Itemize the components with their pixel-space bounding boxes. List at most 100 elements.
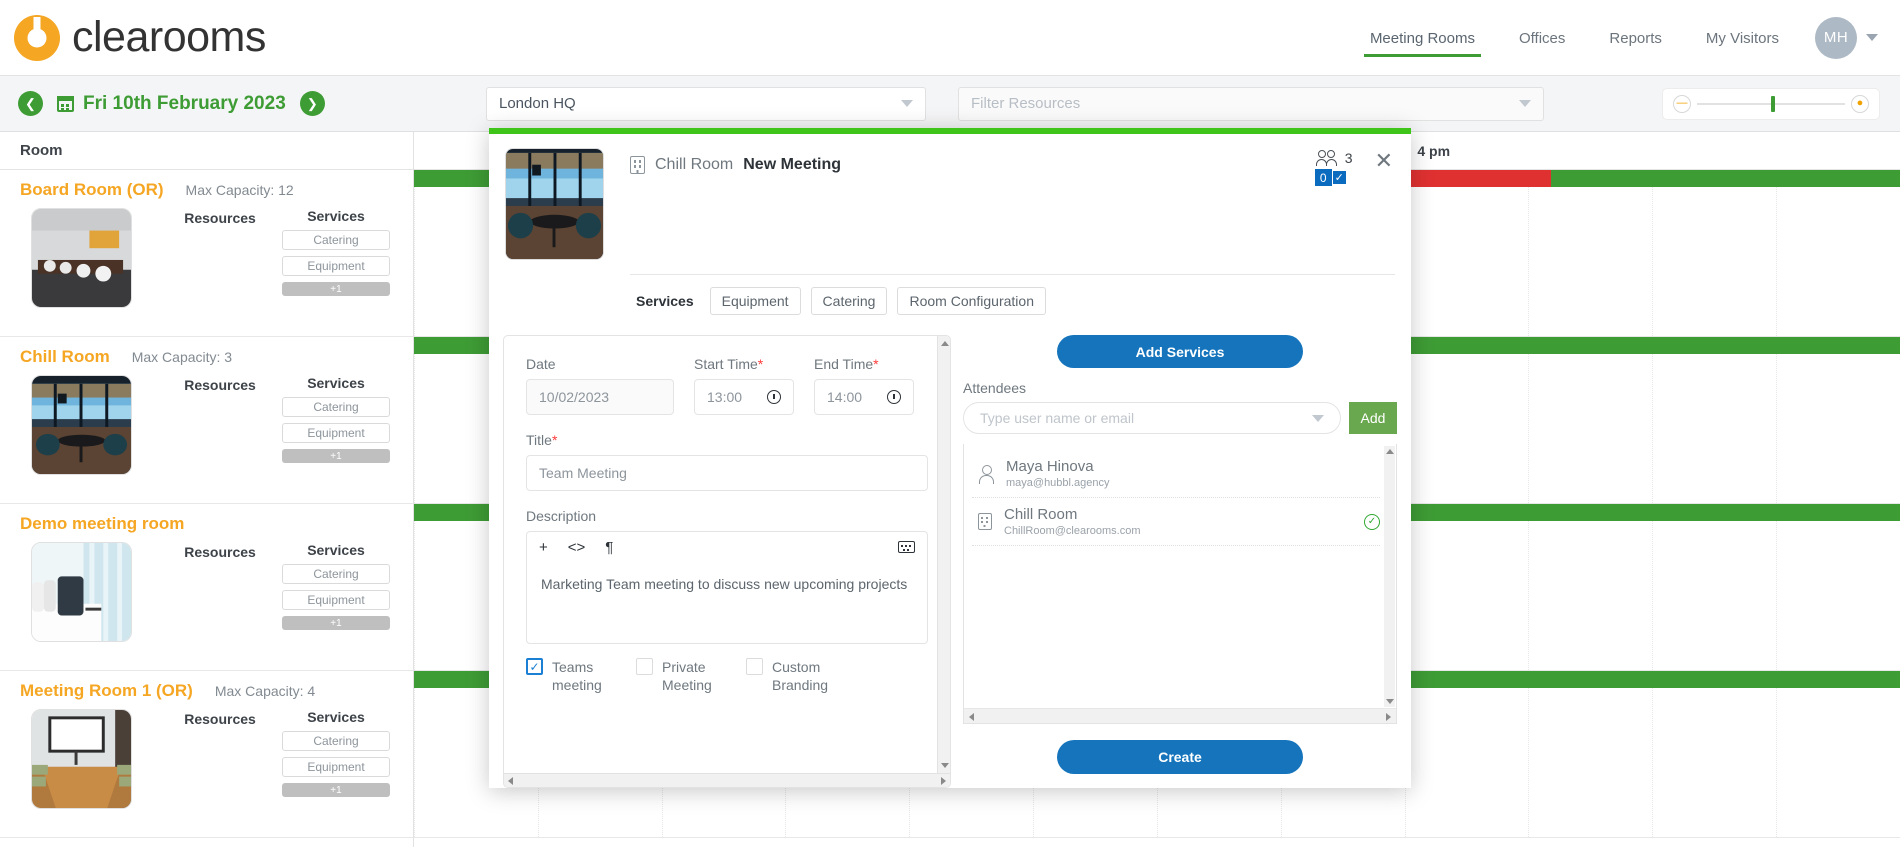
description-editor[interactable]: + <> ¶ Marketing Team meeting to discuss… — [526, 531, 928, 644]
room-name[interactable]: Board Room (OR) — [20, 180, 164, 200]
end-time-label: End Time* — [814, 356, 879, 372]
room-list-item[interactable]: Board Room (OR) Max Capacity: 12 Resourc… — [0, 170, 413, 337]
option-custom-branding[interactable]: Custom Branding — [746, 658, 856, 694]
room-name[interactable]: Meeting Room 1 (OR) — [20, 681, 193, 701]
scroll-down-icon[interactable] — [941, 763, 949, 768]
filter-resources-select[interactable]: Filter Resources — [958, 86, 1544, 121]
nav-item-meeting-rooms[interactable]: Meeting Rooms — [1348, 4, 1497, 71]
checkbox-custom-branding[interactable] — [746, 658, 763, 675]
scroll-left-icon[interactable] — [508, 777, 513, 785]
nav-item-offices[interactable]: Offices — [1497, 4, 1587, 71]
services-column-label: Services — [307, 208, 365, 224]
paragraph-icon[interactable]: ¶ — [605, 540, 613, 555]
resources-column-label: Resources — [184, 210, 256, 226]
clock-icon[interactable] — [767, 390, 781, 404]
date-input-value: 10/02/2023 — [539, 389, 610, 405]
date-input[interactable]: 10/02/2023 — [526, 379, 674, 415]
add-services-button[interactable]: Add Services — [1057, 335, 1303, 368]
primary-nav: Meeting Rooms Offices Reports My Visitor… — [1348, 4, 1900, 71]
end-time-input[interactable]: 14:00 — [814, 379, 914, 415]
new-meeting-modal: Chill Room New Meeting 3 0 ✓ ✕ Services … — [489, 128, 1411, 788]
top-navigation-bar: clearooms Meeting Rooms Offices Reports … — [0, 0, 1900, 76]
tab-equipment[interactable]: Equipment — [709, 287, 801, 315]
title-input[interactable]: Team Meeting — [526, 455, 928, 491]
title-input-value: Team Meeting — [539, 465, 627, 481]
zoom-out-icon[interactable]: — — [1673, 94, 1691, 113]
create-button[interactable]: Create — [1057, 740, 1303, 774]
nav-item-my-visitors[interactable]: My Visitors — [1684, 4, 1801, 71]
attendee-horizontal-scrollbar[interactable] — [964, 708, 1396, 723]
add-attendee-button[interactable]: Add — [1349, 402, 1397, 434]
scroll-right-icon[interactable] — [1386, 713, 1391, 721]
tab-services[interactable]: Services — [630, 293, 700, 309]
room-list-item[interactable]: Chill Room Max Capacity: 3 Resources Ser… — [0, 337, 413, 504]
zoom-slider[interactable]: — ● — [1662, 87, 1880, 120]
resources-column-label: Resources — [184, 711, 256, 727]
attendee-vertical-scrollbar[interactable] — [1384, 446, 1395, 707]
service-chip-equipment[interactable]: Equipment — [282, 423, 390, 443]
service-more-badge[interactable]: +1 — [282, 783, 390, 797]
chevron-down-icon — [1519, 100, 1531, 107]
nav-item-reports[interactable]: Reports — [1587, 4, 1684, 71]
meeting-options: ✓ Teams meeting Private Meeting Custom B… — [526, 658, 928, 694]
service-more-badge[interactable]: +1 — [282, 616, 390, 630]
attendee-list-item[interactable]: Maya Hinova maya@hubbl.agency — [972, 450, 1380, 498]
close-icon[interactable]: ✕ — [1375, 150, 1393, 172]
keyboard-icon[interactable] — [898, 541, 915, 553]
calendar-icon — [57, 95, 74, 112]
attendee-list-item[interactable]: Chill Room ChillRoom@clearooms.com ✓ — [972, 498, 1380, 546]
availability-segment-free[interactable] — [1550, 170, 1900, 187]
scroll-up-icon[interactable] — [1386, 449, 1394, 454]
end-time-field-group: End Time* 14:00 — [814, 356, 914, 415]
scroll-up-icon[interactable] — [941, 341, 949, 346]
zoom-slider-thumb[interactable] — [1771, 95, 1775, 112]
service-more-badge[interactable]: +1 — [282, 282, 390, 296]
scroll-right-icon[interactable] — [941, 777, 946, 785]
brand-logo[interactable]: clearooms — [0, 13, 266, 62]
tab-room-configuration[interactable]: Room Configuration — [897, 287, 1046, 315]
next-day-button[interactable]: ❯ — [299, 91, 325, 116]
service-chip-equipment[interactable]: Equipment — [282, 590, 390, 610]
resources-column-label: Resources — [184, 377, 256, 393]
option-private-meeting[interactable]: Private Meeting — [636, 658, 746, 694]
tab-catering[interactable]: Catering — [810, 287, 888, 315]
room-list-item[interactable]: Meeting Room 1 (OR) Max Capacity: 4 Reso… — [0, 671, 413, 838]
start-time-input[interactable]: 13:00 — [694, 379, 794, 415]
option-teams-meeting[interactable]: ✓ Teams meeting — [526, 658, 636, 694]
modal-header: Chill Room New Meeting 3 0 ✓ ✕ — [489, 134, 1411, 260]
form-horizontal-scrollbar[interactable] — [504, 773, 950, 787]
room-thumbnail-chill-room — [31, 375, 132, 475]
service-more-badge[interactable]: +1 — [282, 449, 390, 463]
attendee-info: Maya Hinova maya@hubbl.agency — [1006, 458, 1110, 489]
avatar: MH — [1815, 16, 1857, 59]
user-menu[interactable]: MH — [1815, 16, 1878, 59]
room-list-item[interactable]: Demo meeting room Resources Services Cat… — [0, 504, 413, 671]
description-text[interactable]: Marketing Team meeting to discuss new up… — [527, 562, 927, 594]
service-chip-equipment[interactable]: Equipment — [282, 256, 390, 276]
scroll-left-icon[interactable] — [969, 713, 974, 721]
service-chip-catering[interactable]: Catering — [282, 397, 390, 417]
service-chip-catering[interactable]: Catering — [282, 731, 390, 751]
attendee-info: Chill Room ChillRoom@clearooms.com — [1004, 506, 1140, 537]
office-select[interactable]: London HQ — [486, 86, 926, 121]
checkbox-teams-meeting[interactable]: ✓ — [526, 658, 543, 675]
room-name[interactable]: Chill Room — [20, 347, 110, 367]
previous-day-button[interactable]: ❮ — [18, 91, 43, 116]
service-chip-catering[interactable]: Catering — [282, 564, 390, 584]
service-chip-catering[interactable]: Catering — [282, 230, 390, 250]
date-label: Date — [526, 356, 556, 372]
room-name[interactable]: Demo meeting room — [20, 514, 184, 534]
zoom-slider-track[interactable] — [1697, 95, 1845, 112]
insert-icon[interactable]: + — [539, 540, 548, 555]
attendee-search-input[interactable]: Type user name or email — [963, 402, 1341, 434]
service-chip-equipment[interactable]: Equipment — [282, 757, 390, 777]
room-thumbnail-demo-meeting-room — [31, 542, 132, 642]
code-icon[interactable]: <> — [568, 540, 586, 555]
clock-icon[interactable] — [887, 390, 901, 404]
zoom-in-icon[interactable]: ● — [1851, 94, 1869, 113]
teams-badge-count: 0 — [1314, 169, 1332, 186]
scroll-down-icon[interactable] — [1386, 699, 1394, 704]
checkbox-private-meeting[interactable] — [636, 658, 653, 675]
form-vertical-scrollbar[interactable] — [937, 336, 950, 773]
chevron-down-icon[interactable] — [1312, 414, 1324, 422]
